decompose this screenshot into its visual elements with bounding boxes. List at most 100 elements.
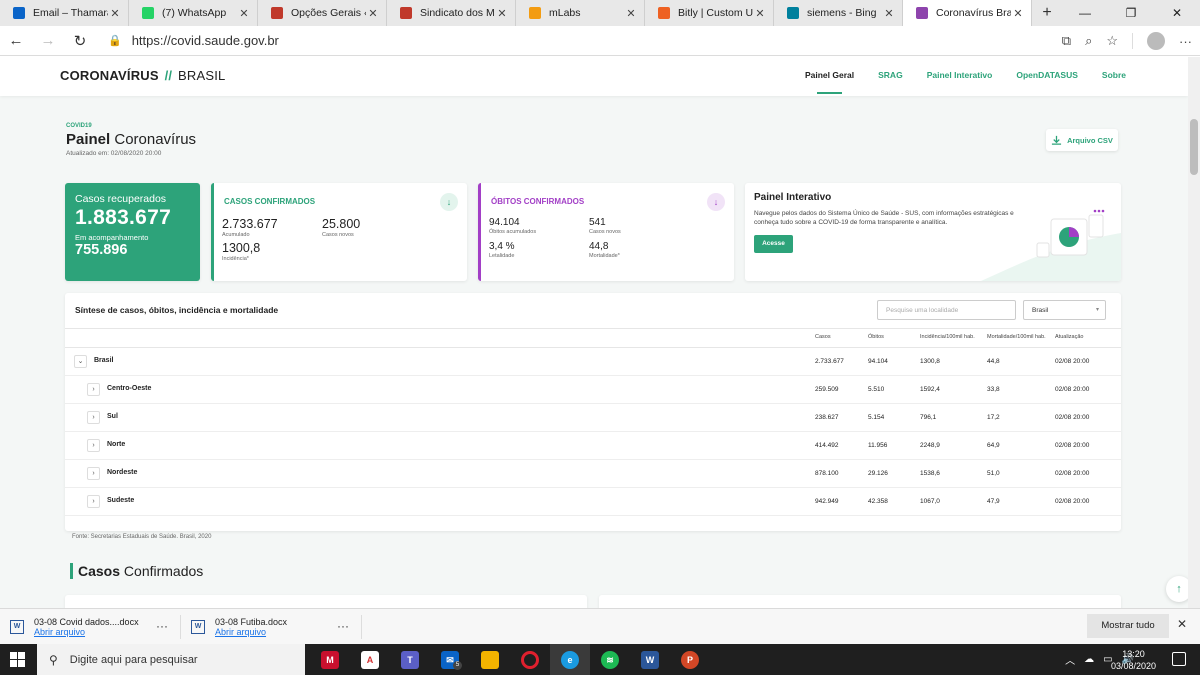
open-file-link[interactable]: Abrir arquivo [34, 627, 139, 637]
table-row[interactable]: › Sul 238.627 5.154 796,1 17,2 02/08 20:00 [65, 404, 1121, 432]
teams-icon: T [401, 650, 419, 669]
tab-close-icon[interactable]: ✕ [753, 7, 767, 20]
download-icon [1051, 135, 1062, 145]
page-scrollbar[interactable] [1188, 57, 1200, 608]
mlabs-icon [529, 7, 541, 19]
tab-close-icon[interactable]: ✕ [237, 7, 251, 20]
tab-close-icon[interactable]: ✕ [108, 7, 122, 20]
table-header[interactable]: Óbitos [868, 334, 884, 340]
zoom-icon[interactable]: ⌕ [1085, 33, 1092, 49]
deaths-mortality: 44,8 [589, 241, 609, 252]
row-mortality: 33,8 [987, 386, 1000, 393]
browser-tab[interactable]: Sindicato dos Met✕ [387, 0, 516, 26]
tab-close-icon[interactable]: ✕ [882, 7, 896, 20]
explorer-app[interactable] [470, 644, 510, 675]
row-incidence: 1538,6 [920, 470, 940, 477]
nav-item-sobre[interactable]: Sobre [1102, 70, 1126, 80]
profile-avatar[interactable] [1147, 32, 1165, 50]
tab-close-icon[interactable]: ✕ [1011, 7, 1025, 20]
browser-tab[interactable]: mLabs ✕ [516, 0, 645, 26]
translate-icon[interactable]: ⧉ [1062, 33, 1071, 49]
expand-row-button[interactable]: › [87, 467, 100, 480]
access-button[interactable]: Acesse [754, 235, 793, 253]
nav-item-painel-geral[interactable]: Painel Geral [805, 70, 854, 94]
table-row[interactable]: › Sudeste 942.949 42.358 1067,0 47,9 02/08 20:… [65, 488, 1121, 516]
browser-tab[interactable]: siemens - Bing ✕ [774, 0, 903, 26]
arrow-down-icon[interactable]: ↓ [707, 193, 725, 211]
table-header[interactable]: Atualização [1055, 334, 1083, 340]
expand-row-button[interactable]: › [87, 495, 100, 508]
table-header[interactable]: Casos [815, 334, 831, 340]
table-row[interactable]: › Centro-Oeste 259.509 5.510 1592,4 33,8 02/08… [65, 376, 1121, 404]
expand-row-button[interactable]: › [87, 439, 100, 452]
table-header[interactable]: Mortalidade/100mil hab. [987, 334, 1046, 340]
chevron-up-icon[interactable]: ︿ [1065, 652, 1075, 667]
edge-app[interactable]: e [550, 644, 590, 675]
table-row[interactable]: › Norte 414.492 11.956 2248,9 64,9 02/08 20:00 [65, 432, 1121, 460]
location-select[interactable]: Brasil ▾ [1023, 300, 1106, 320]
url-field[interactable]: 🔒 https://covid.saude.gov.br [108, 33, 968, 48]
location-search-input[interactable]: Pesquise uma localidade [877, 300, 1016, 320]
site-header: CORONAVÍRUS // BRASIL Painel Geral SRAG Pa… [0, 57, 1188, 96]
download-item[interactable]: W 03-08 Covid dados....docx Abrir arquivo ·… [10, 613, 180, 641]
cloud-icon[interactable]: ☁ [1084, 654, 1094, 665]
opera-app[interactable] [510, 644, 550, 675]
taskbar-search-box[interactable]: ⚲ Digite aqui para pesquisar [37, 644, 305, 675]
site-brand[interactable]: CORONAVÍRUS // BRASIL [60, 68, 225, 83]
scrollbar-thumb[interactable] [1190, 119, 1198, 175]
more-menu-icon[interactable]: ··· [1179, 34, 1192, 49]
new-tab-button[interactable]: + [1032, 0, 1062, 26]
word-app[interactable]: W [630, 644, 670, 675]
notifications-icon[interactable] [1172, 652, 1186, 666]
table-row[interactable]: ⌄ Brasil 2.733.677 94.104 1300,8 44,8 02/08 20… [65, 348, 1121, 376]
close-icon[interactable]: ✕ [1177, 617, 1187, 631]
teams-app[interactable]: T [390, 644, 430, 675]
tab-close-icon[interactable]: ✕ [366, 7, 380, 20]
deaths-lethality: 3,4 % [489, 241, 515, 252]
nav-item-opendatasus[interactable]: OpenDATASUS [1016, 70, 1078, 80]
maximize-button[interactable]: ❐ [1108, 0, 1154, 26]
spotify-app[interactable]: ≋ [590, 644, 630, 675]
browser-tab[interactable]: Opções Gerais ‹ Si✕ [258, 0, 387, 26]
browser-tab[interactable]: Bitly | Custom URL✕ [645, 0, 774, 26]
show-all-downloads-button[interactable]: Mostrar tudo [1087, 614, 1169, 638]
tab-label: siemens - Bing [807, 7, 877, 19]
favorite-star-icon[interactable]: ☆ [1106, 33, 1118, 49]
expand-row-button[interactable]: › [87, 383, 100, 396]
row-deaths: 5.154 [868, 414, 885, 421]
tab-close-icon[interactable]: ✕ [495, 7, 509, 20]
powerpoint-app[interactable]: P [670, 644, 710, 675]
table-header[interactable]: Incidência/100mil hab. [920, 334, 975, 340]
arrow-down-icon[interactable]: ↓ [440, 193, 458, 211]
browser-tab[interactable]: Email – Thamara M✕ [0, 0, 129, 26]
acrobat-app[interactable]: A [350, 644, 390, 675]
mail-app[interactable]: ✉ 5 [430, 644, 470, 675]
row-updated: 02/08 20:00 [1055, 442, 1090, 449]
browser-tab[interactable]: Coronavírus Brasil✕ [903, 0, 1032, 26]
taskbar-apps: M A T ✉ 5 e ≋ W P [310, 644, 710, 675]
nav-item-srag[interactable]: SRAG [878, 70, 903, 80]
expand-row-button[interactable]: › [87, 411, 100, 424]
nav-item-painel-interativo[interactable]: Painel Interativo [927, 70, 993, 80]
expand-row-button[interactable]: ⌄ [74, 355, 87, 368]
more-options-icon[interactable]: ··· [337, 619, 349, 633]
chart-card-preview [65, 595, 587, 608]
toolbar-divider [1132, 33, 1133, 49]
windows-start-icon[interactable] [10, 652, 25, 667]
row-deaths: 94.104 [868, 358, 888, 365]
back-button[interactable]: ← [0, 32, 32, 49]
csv-download-button[interactable]: Arquivo CSV [1046, 129, 1118, 151]
refresh-button[interactable]: ↻ [64, 32, 96, 50]
back-to-top-button[interactable]: ↑ [1166, 576, 1188, 602]
more-options-icon[interactable]: ··· [156, 619, 168, 633]
mcafee-app[interactable]: M [310, 644, 350, 675]
open-file-link[interactable]: Abrir arquivo [215, 627, 287, 637]
table-row[interactable]: › Nordeste 878.100 29.126 1538,6 51,0 02/08 20… [65, 460, 1121, 488]
tab-close-icon[interactable]: ✕ [624, 7, 638, 20]
minimize-button[interactable]: — [1062, 0, 1108, 26]
close-window-button[interactable]: ✕ [1154, 0, 1200, 26]
download-item[interactable]: W 03-08 Futiba.docx Abrir arquivo ··· [191, 613, 361, 641]
taskbar-clock[interactable]: 13:20 03/08/2020 [1111, 648, 1156, 672]
browser-tab[interactable]: (7) WhatsApp ✕ [129, 0, 258, 26]
forward-button[interactable]: → [32, 32, 64, 49]
